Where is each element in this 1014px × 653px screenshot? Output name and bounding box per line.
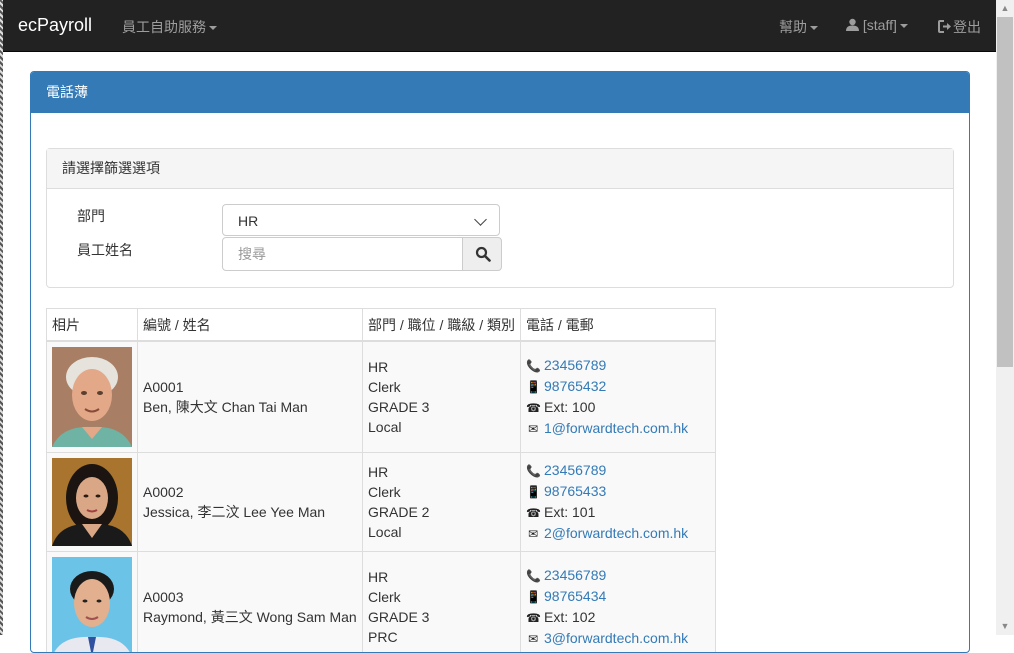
department-value: HR <box>238 213 258 229</box>
table-row: A0003 Raymond, 黃三文 Wong Sam Man HR Clerk GR… <box>47 552 716 653</box>
mobile-phone-icon: 📱 <box>526 377 540 397</box>
caret-down-icon <box>900 24 908 28</box>
phone-icon: 📞 <box>526 356 540 376</box>
desk-phone-icon: ☎ <box>526 608 540 628</box>
grade: GRADE 3 <box>368 609 429 625</box>
employee-id: A0001 <box>143 379 183 395</box>
desk-phone-icon: ☎ <box>526 398 540 418</box>
email-link[interactable]: 1@forwardtech.com.hk <box>544 420 688 436</box>
extension: Ext: 101 <box>544 504 595 520</box>
table-header-row: 相片 編號 / 姓名 部門 / 職位 / 職級 / 類別 電話 / 電郵 <box>47 309 716 342</box>
employee-id: A0003 <box>143 589 183 605</box>
column-header-dept: 部門 / 職位 / 職級 / 類別 <box>363 309 521 342</box>
phone-icon: 📞 <box>526 566 540 586</box>
department-select[interactable]: HR <box>222 204 500 236</box>
mobile-link[interactable]: 98765433 <box>544 483 606 499</box>
contact-cell: 📞23456789 📱98765433 ☎Ext: 101 ✉2@forward… <box>521 453 716 552</box>
phone-link[interactable]: 23456789 <box>544 462 606 478</box>
envelope-icon: ✉ <box>526 524 540 544</box>
mobile-phone-icon: 📱 <box>526 482 540 502</box>
mobile-link[interactable]: 98765432 <box>544 378 606 394</box>
department: HR <box>368 359 388 375</box>
help-label: 幫助 <box>779 19 807 35</box>
desk-phone-icon: ☎ <box>526 503 540 523</box>
employee-photo <box>52 458 132 546</box>
user-icon <box>846 18 859 31</box>
photo-cell <box>47 341 138 453</box>
brand-logo[interactable]: ecPayroll <box>18 15 92 36</box>
employee-name: Jessica, 李二汶 Lee Yee Man <box>143 504 325 520</box>
dept-cell: HR Clerk GRADE 3 PRC <box>363 552 521 653</box>
column-header-photo: 相片 <box>47 309 138 342</box>
scroll-up-arrow-icon[interactable]: ▲ <box>996 0 1014 17</box>
email-link[interactable]: 2@forwardtech.com.hk <box>544 525 688 541</box>
mobile-link[interactable]: 98765434 <box>544 588 606 604</box>
extension: Ext: 102 <box>544 609 595 625</box>
contact-cell: 📞23456789 📱98765434 ☎Ext: 102 ✉3@forward… <box>521 552 716 653</box>
chevron-down-icon <box>474 213 487 226</box>
photo-cell <box>47 552 138 653</box>
envelope-icon: ✉ <box>526 629 540 649</box>
employee-type: Local <box>368 524 401 540</box>
user-label: [staff] <box>863 17 897 33</box>
phonebook-panel: 電話薄 請選擇篩選選項 部門 HR 員工姓名 搜尋 相片 編號 / 姓名 部門 … <box>30 71 970 653</box>
phone-link[interactable]: 23456789 <box>544 357 606 373</box>
phone-icon: 📞 <box>526 461 540 481</box>
employee-photo <box>52 347 132 447</box>
table-row: A0002 Jessica, 李二汶 Lee Yee Man HR Clerk GRA… <box>47 453 716 552</box>
logout-link[interactable]: 登出 <box>938 17 981 37</box>
panel-title: 電話薄 <box>31 72 969 113</box>
phonebook-table: 相片 編號 / 姓名 部門 / 職位 / 職級 / 類別 電話 / 電郵 <box>46 308 716 653</box>
mobile-phone-icon: 📱 <box>526 587 540 607</box>
dept-cell: HR Clerk GRADE 2 Local <box>363 453 521 552</box>
self-service-menu[interactable]: 員工自助服務 <box>122 17 217 37</box>
email-link[interactable]: 3@forwardtech.com.hk <box>544 630 688 646</box>
contact-cell: 📞23456789 📱98765432 ☎Ext: 100 ✉1@forward… <box>521 341 716 453</box>
caret-down-icon <box>810 26 818 30</box>
column-header-id-name: 編號 / 姓名 <box>138 309 363 342</box>
department-label: 部門 <box>77 206 105 226</box>
employee-name-label: 員工姓名 <box>77 240 133 260</box>
grade: GRADE 2 <box>368 504 429 520</box>
employee-type: PRC <box>368 629 398 645</box>
dept-cell: HR Clerk GRADE 3 Local <box>363 341 521 453</box>
vertical-scrollbar[interactable]: ▲ ▼ <box>996 0 1014 635</box>
employee-type: Local <box>368 419 401 435</box>
phone-link[interactable]: 23456789 <box>544 567 606 583</box>
logout-label: 登出 <box>953 19 981 35</box>
table-row: A0001 Ben, 陳大文 Chan Tai Man HR Clerk GRADE … <box>47 341 716 453</box>
position: Clerk <box>368 484 401 500</box>
position: Clerk <box>368 379 401 395</box>
extension: Ext: 100 <box>544 399 595 415</box>
filter-box: 請選擇篩選選項 部門 HR 員工姓名 搜尋 <box>46 148 954 288</box>
photo-cell <box>47 453 138 552</box>
id-name-cell: A0002 Jessica, 李二汶 Lee Yee Man <box>138 453 363 552</box>
caret-down-icon <box>209 26 217 30</box>
employee-photo <box>52 557 132 653</box>
user-menu[interactable]: [staff] <box>846 17 908 33</box>
department: HR <box>368 464 388 480</box>
scroll-down-arrow-icon[interactable]: ▼ <box>996 618 1014 635</box>
scroll-thumb[interactable] <box>997 17 1013 367</box>
column-header-contact: 電話 / 電郵 <box>521 309 716 342</box>
search-button[interactable] <box>462 237 502 271</box>
employee-name: Raymond, 黃三文 Wong Sam Man <box>143 609 357 625</box>
help-menu[interactable]: 幫助 <box>779 17 818 37</box>
id-name-cell: A0003 Raymond, 黃三文 Wong Sam Man <box>138 552 363 653</box>
employee-name: Ben, 陳大文 Chan Tai Man <box>143 399 308 415</box>
envelope-icon: ✉ <box>526 419 540 439</box>
position: Clerk <box>368 589 401 605</box>
self-service-label: 員工自助服務 <box>122 19 206 35</box>
employee-id: A0002 <box>143 484 183 500</box>
logout-icon <box>938 20 953 33</box>
id-name-cell: A0001 Ben, 陳大文 Chan Tai Man <box>138 341 363 453</box>
top-navbar: ecPayroll 員工自助服務 幫助 [staff] 登出 <box>3 0 996 52</box>
department: HR <box>368 569 388 585</box>
employee-name-search-input[interactable]: 搜尋 <box>222 237 463 271</box>
filter-title: 請選擇篩選選項 <box>47 149 953 189</box>
grade: GRADE 3 <box>368 399 429 415</box>
search-icon <box>475 246 491 262</box>
window-edge <box>0 0 3 635</box>
